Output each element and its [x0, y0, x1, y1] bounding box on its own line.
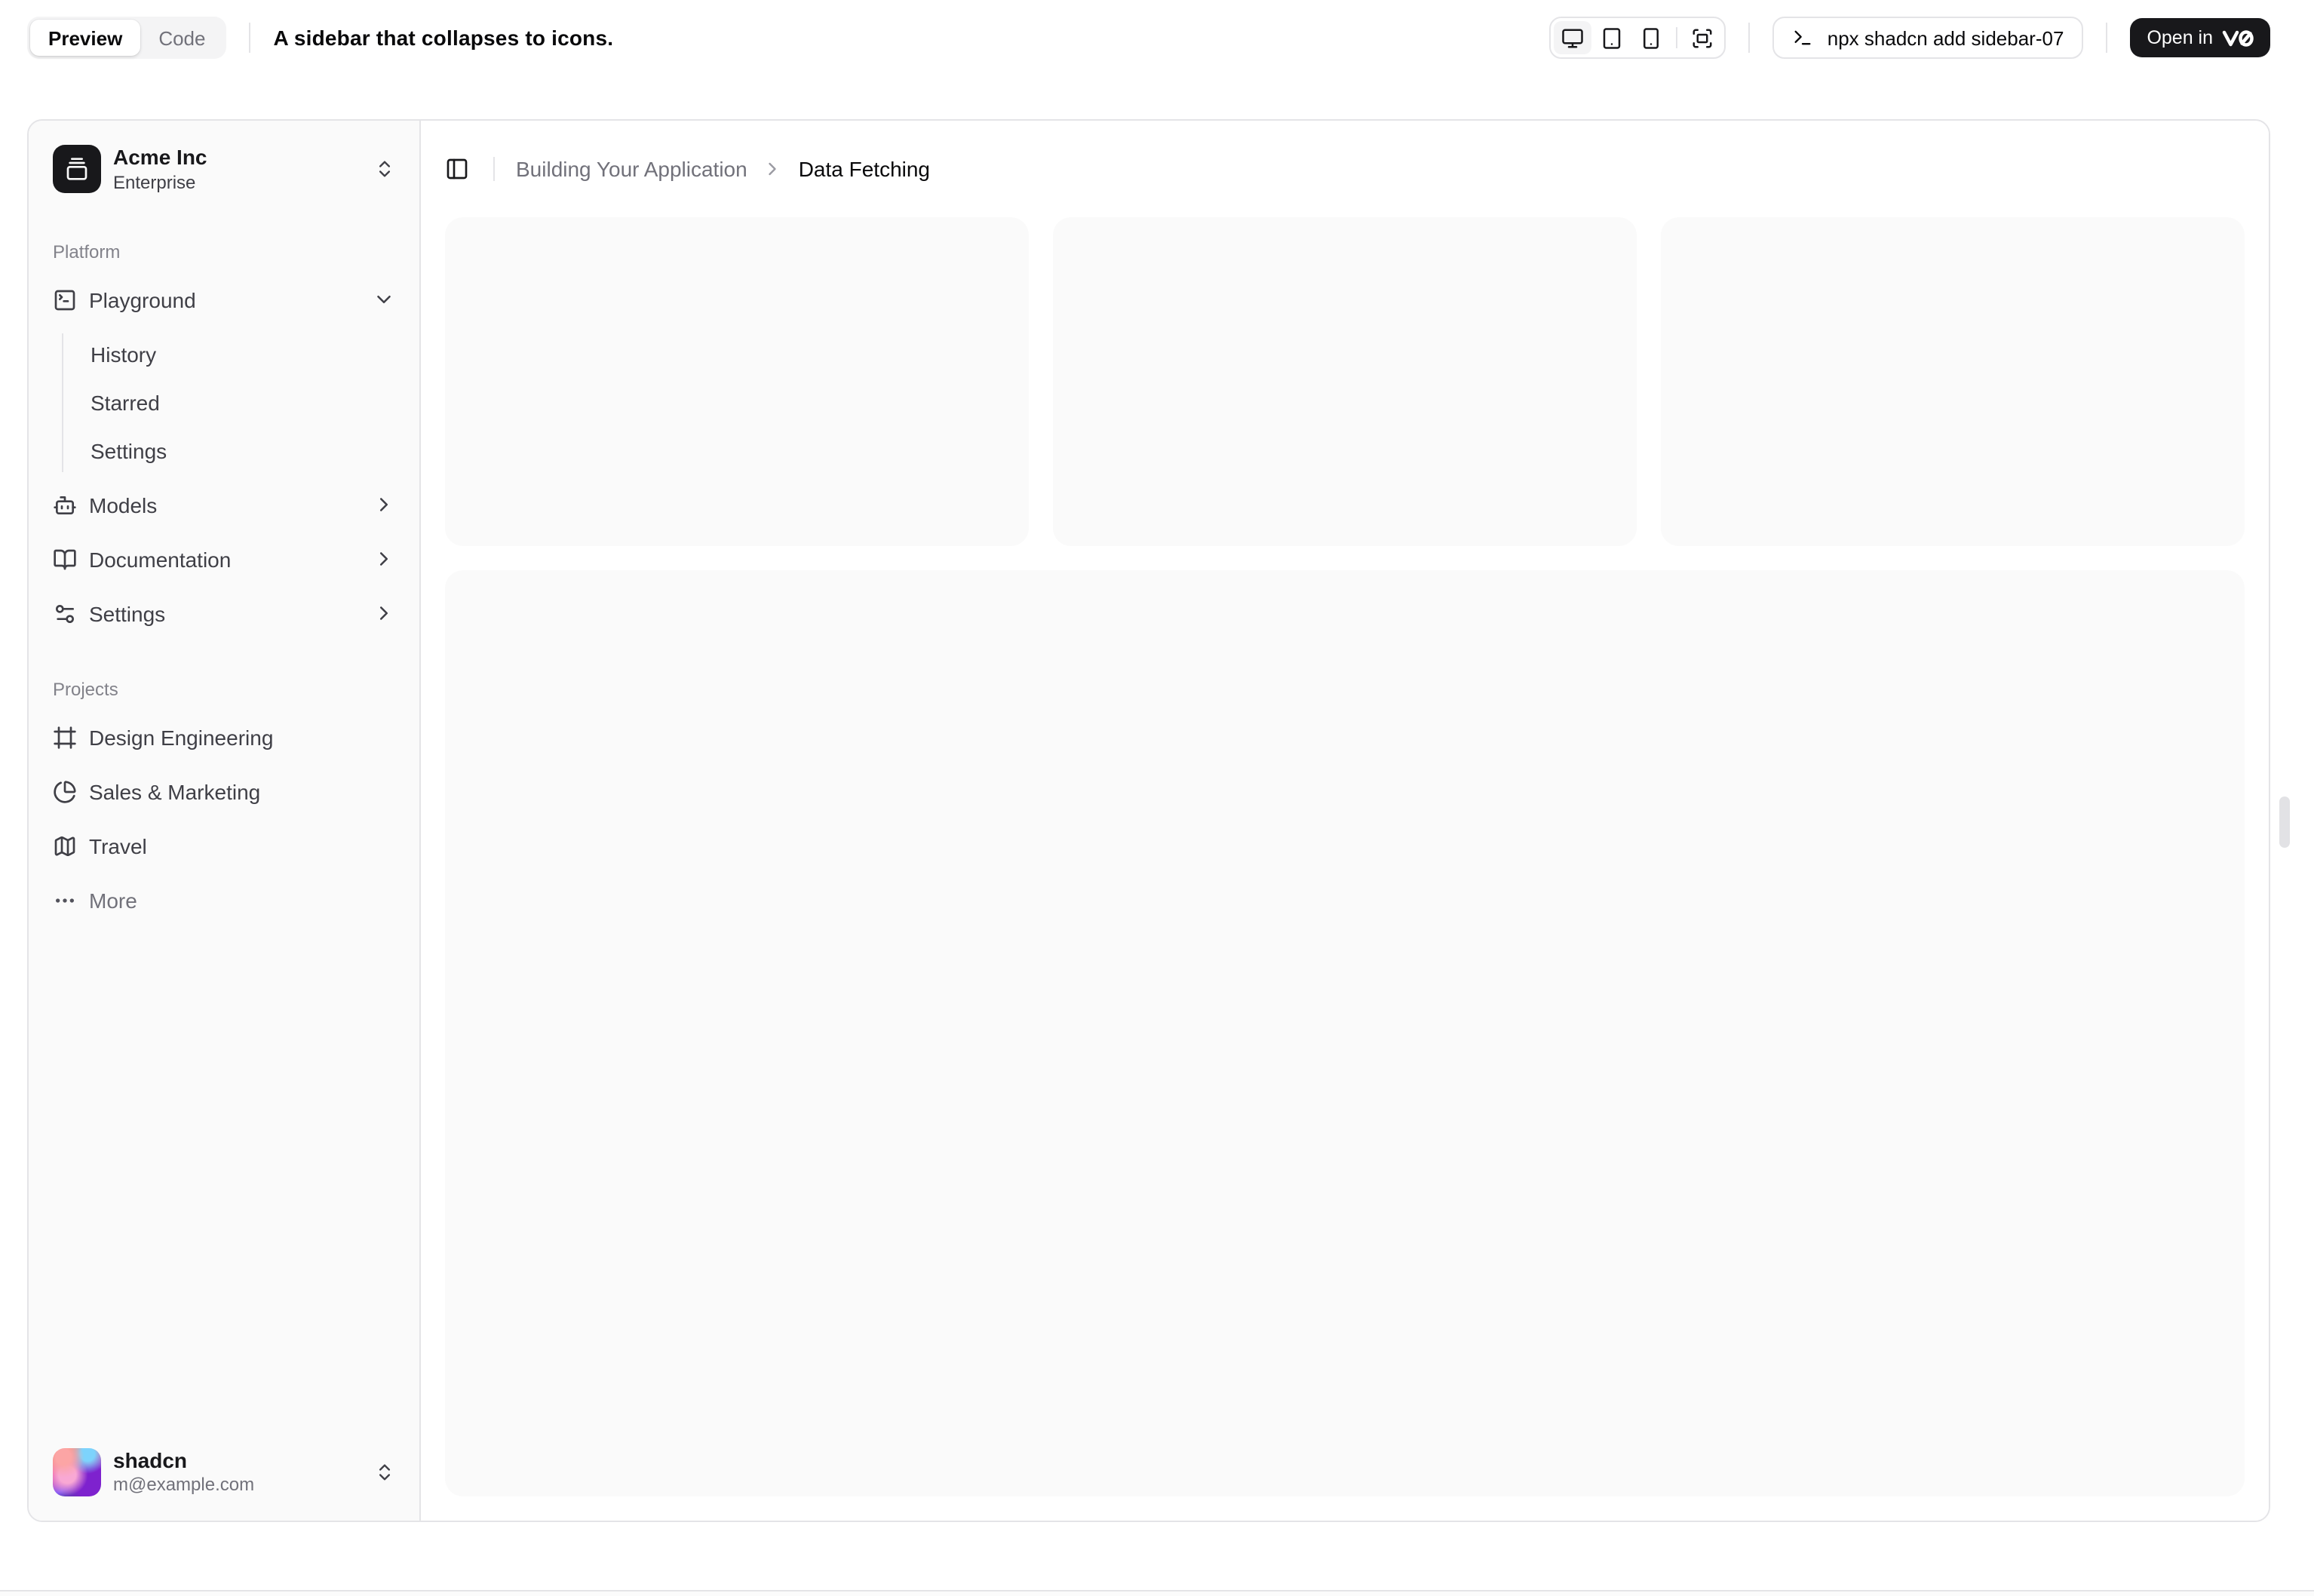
command-text: npx shadcn add sidebar-07 — [1827, 26, 2064, 49]
main-area: Building Your Application Data Fetching — [421, 121, 2269, 1521]
toolbar: Preview Code A sidebar that collapses to… — [27, 17, 2270, 59]
sidebar-item-settings[interactable]: Settings — [41, 589, 407, 637]
breadcrumb-parent[interactable]: Building Your Application — [516, 157, 747, 181]
chevron-right-icon — [763, 158, 784, 180]
device-size-toggle-group — [1549, 17, 1726, 59]
sidebar-item-label: More — [89, 888, 137, 912]
fullscreen-button[interactable] — [1684, 21, 1722, 54]
terminal-icon — [1793, 27, 1814, 48]
sidebar: Acme Inc Enterprise Platform Playground — [29, 121, 421, 1521]
placeholder-card — [1053, 217, 1637, 546]
toolbar-divider — [1748, 23, 1751, 53]
page-scrollbar-thumb[interactable] — [2279, 796, 2290, 848]
desktop-view-button[interactable] — [1554, 21, 1592, 54]
tablet-view-button[interactable] — [1594, 21, 1631, 54]
group-label-platform: Platform — [53, 241, 121, 262]
pie-chart-icon — [53, 779, 77, 803]
chevron-right-icon — [373, 493, 395, 516]
team-plan: Enterprise — [113, 171, 196, 192]
breadcrumb-bar: Building Your Application Data Fetching — [421, 121, 2269, 217]
gallery-vertical-end-icon — [65, 158, 89, 182]
sidebar-subitem-starred[interactable]: Starred — [91, 381, 407, 423]
playground-submenu: History Starred Settings — [62, 333, 407, 471]
sidebar-item-travel[interactable]: Travel — [41, 821, 407, 870]
device-group-separator — [1676, 27, 1678, 48]
blocks-preview-page: Preview Code A sidebar that collapses to… — [0, 17, 2314, 1596]
header-divider — [493, 157, 495, 181]
placeholder-panel — [445, 569, 2245, 1496]
book-open-icon — [53, 547, 77, 571]
toolbar-divider — [249, 23, 251, 53]
placeholder-card — [445, 217, 1029, 546]
sidebar-item-playground[interactable]: Playground — [41, 275, 407, 324]
sidebar-item-models[interactable]: Models — [41, 480, 407, 529]
sidebar-item-more[interactable]: More — [41, 876, 407, 924]
ellipsis-icon — [53, 888, 77, 912]
frame-icon — [53, 725, 77, 749]
chevrons-up-down-icon — [374, 159, 395, 180]
sidebar-subitem-settings[interactable]: Settings — [91, 429, 407, 471]
chevrons-up-down-icon — [374, 1462, 395, 1483]
placeholder-card-row — [445, 217, 2245, 546]
mobile-view-button[interactable] — [1633, 21, 1671, 54]
map-icon — [53, 833, 77, 858]
team-switcher[interactable]: Acme Inc Enterprise — [41, 133, 407, 206]
panel-left-icon — [445, 157, 469, 181]
block-title: A sidebar that collapses to icons. — [273, 26, 614, 50]
sidebar-item-label: Travel — [89, 833, 147, 858]
avatar — [53, 1447, 101, 1496]
tab-code[interactable]: Code — [140, 20, 223, 56]
tablet-icon — [1601, 26, 1624, 49]
nav-projects: Design Engineering Sales & Marketing Tra… — [41, 713, 407, 924]
bot-icon — [53, 493, 77, 517]
settings-icon — [53, 601, 77, 625]
open-in-v0-button[interactable]: Open in — [2130, 18, 2270, 57]
nav-platform: Playground History Starred Settings Mode… — [41, 275, 407, 637]
open-in-label: Open in — [2147, 27, 2213, 48]
sidebar-item-sales-marketing[interactable]: Sales & Marketing — [41, 767, 407, 815]
sidebar-subitem-history[interactable]: History — [91, 333, 407, 375]
preview-panel: Acme Inc Enterprise Platform Playground — [27, 119, 2270, 1522]
sidebar-toggle-button[interactable] — [436, 148, 478, 190]
sidebar-subitem-label: Settings — [91, 438, 167, 462]
team-logo — [53, 145, 101, 194]
group-label-projects: Projects — [53, 678, 118, 699]
team-name: Acme Inc — [113, 145, 207, 169]
toolbar-divider — [2106, 23, 2108, 53]
user-menu[interactable]: shadcn m@example.com — [41, 1435, 407, 1509]
user-email: m@example.com — [113, 1474, 255, 1495]
breadcrumb: Building Your Application Data Fetching — [516, 157, 930, 181]
sidebar-item-label: Sales & Marketing — [89, 779, 261, 803]
chevron-down-icon — [373, 288, 395, 311]
sidebar-item-label: Design Engineering — [89, 725, 274, 749]
sidebar-item-label: Settings — [89, 601, 166, 625]
square-terminal-icon — [53, 287, 77, 312]
breadcrumb-current: Data Fetching — [798, 157, 931, 181]
fullscreen-icon — [1692, 26, 1714, 49]
tab-preview[interactable]: Preview — [30, 20, 141, 56]
copy-command-button[interactable]: npx shadcn add sidebar-07 — [1772, 17, 2084, 59]
sidebar-footer: shadcn m@example.com — [41, 1435, 407, 1509]
content — [421, 217, 2269, 1521]
chevron-right-icon — [373, 602, 395, 625]
v0-logo-icon — [2222, 29, 2254, 46]
sidebar-item-label: Documentation — [89, 547, 232, 571]
view-tabs: Preview Code — [27, 17, 227, 59]
user-name: shadcn — [113, 1447, 188, 1472]
next-section-edge — [0, 1590, 2314, 1596]
chevron-right-icon — [373, 548, 395, 570]
smartphone-icon — [1640, 26, 1663, 49]
sidebar-item-documentation[interactable]: Documentation — [41, 535, 407, 583]
sidebar-item-label: Playground — [89, 287, 196, 312]
sidebar-item-design-engineering[interactable]: Design Engineering — [41, 713, 407, 761]
toolbar-right: npx shadcn add sidebar-07 Open in — [1549, 17, 2270, 59]
sidebar-subitem-label: Starred — [91, 390, 160, 414]
placeholder-card — [1661, 217, 2245, 546]
sidebar-subitem-label: History — [91, 342, 157, 366]
monitor-icon — [1562, 26, 1585, 49]
sidebar-item-label: Models — [89, 493, 158, 517]
